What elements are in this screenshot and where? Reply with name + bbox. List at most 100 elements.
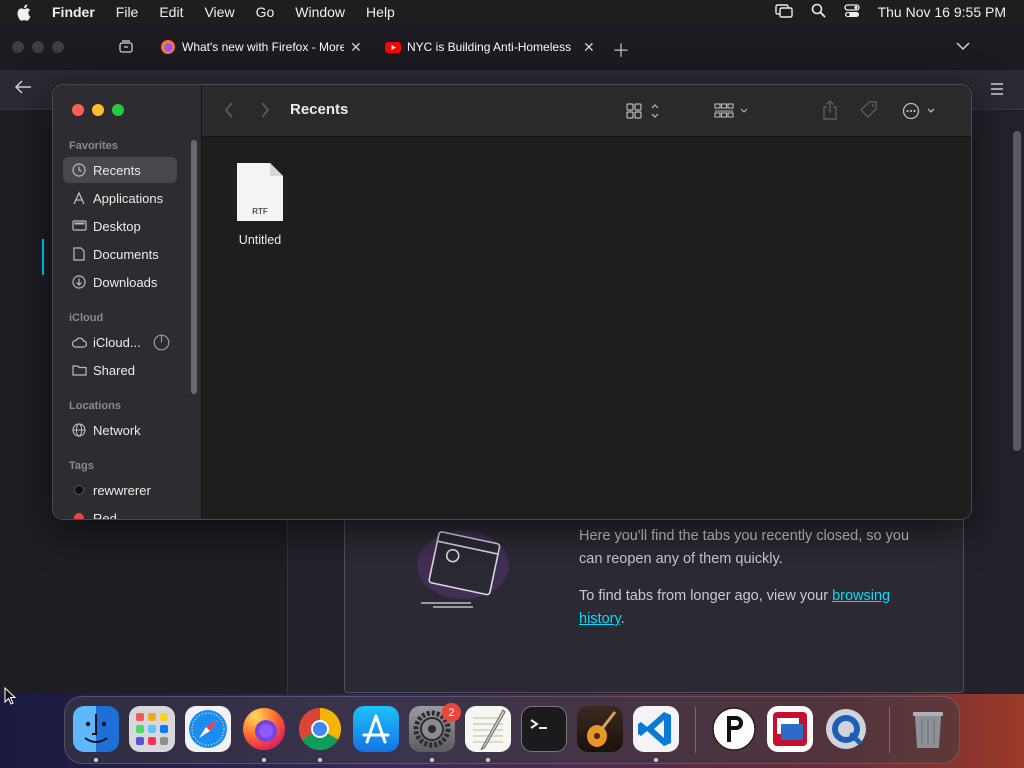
dock-safari[interactable]: [185, 706, 231, 752]
menu-file[interactable]: File: [116, 4, 139, 20]
back-arrow-icon[interactable]: [14, 80, 32, 99]
firefox-zoom-button[interactable]: [52, 41, 64, 53]
tag-color-dot: [74, 485, 84, 495]
sidebar-section-locations: Locations: [69, 400, 121, 412]
sidebar-section-icloud: iCloud: [69, 312, 104, 324]
running-indicator: [486, 758, 490, 762]
finder-window: Favorites Recents Applications Desktop D…: [52, 84, 972, 520]
screens-icon: [773, 712, 807, 746]
recently-closed-card: Here you'll find the tabs you recently c…: [344, 516, 964, 693]
menu-clock[interactable]: Thu Nov 16 9:55 PM: [878, 4, 1006, 20]
tag-icon[interactable]: [859, 100, 879, 120]
running-indicator: [430, 758, 434, 762]
dock-finder[interactable]: [73, 706, 119, 752]
history-hint-prefix: To find tabs from longer ago, view your: [579, 588, 833, 604]
finder-file-area: RTF Untitled: [202, 137, 971, 519]
zoom-window-button[interactable]: [112, 104, 124, 116]
shared-folder-icon: [71, 362, 87, 378]
launchpad-icon: [136, 713, 168, 745]
dock-p-app[interactable]: [711, 706, 757, 752]
firefox-view-icon: [119, 40, 133, 53]
dock-vscode[interactable]: [633, 706, 679, 752]
minimize-window-button[interactable]: [92, 104, 104, 116]
close-tab-icon[interactable]: ✕: [583, 39, 595, 56]
sidebar-item-documents[interactable]: Documents: [63, 241, 177, 267]
rtf-document-icon: RTF: [237, 163, 283, 221]
dock-garageband[interactable]: [577, 706, 623, 752]
finder-sidebar: Favorites Recents Applications Desktop D…: [53, 85, 202, 519]
dock-terminal[interactable]: [521, 706, 567, 752]
sidebar-item-desktop[interactable]: Desktop: [63, 213, 177, 239]
close-window-button[interactable]: [72, 104, 84, 116]
group-icon: [714, 103, 748, 118]
menu-window[interactable]: Window: [295, 4, 345, 20]
control-center-icon[interactable]: [843, 3, 860, 21]
firefox-tab-strip: What's new with Firefox - More ✕ NYC is …: [0, 24, 1024, 70]
dock-app-store[interactable]: [353, 706, 399, 752]
screen-mirroring-icon[interactable]: [774, 3, 793, 21]
finder-toolbar: Recents: [202, 85, 971, 137]
dock-quicktime[interactable]: [823, 706, 869, 752]
document-icon: [71, 246, 87, 262]
chevron-down-icon[interactable]: [956, 38, 970, 56]
notification-badge: 2: [442, 703, 461, 722]
dock-launchpad[interactable]: [129, 706, 175, 752]
app-store-icon: [362, 714, 390, 744]
more-actions-button[interactable]: [902, 102, 938, 120]
history-hint-suffix: .: [620, 611, 625, 627]
sidebar-selection-indicator: [42, 239, 44, 275]
tab-whats-new-firefox[interactable]: What's new with Firefox - More ✕: [160, 32, 362, 62]
dock-separator: [695, 707, 696, 753]
sidebar-scrollbar[interactable]: [191, 140, 197, 394]
dock-firefox[interactable]: [241, 706, 287, 752]
sidebar-item-label: Documents: [93, 246, 159, 262]
dock-screens[interactable]: [767, 706, 813, 752]
mouse-pointer-icon: [4, 686, 17, 710]
menu-view[interactable]: View: [204, 4, 234, 20]
sidebar-item-shared[interactable]: Shared: [63, 357, 177, 383]
desktop-icon: [71, 218, 87, 234]
sidebar-item-network[interactable]: Network: [63, 417, 177, 443]
apple-menu-icon[interactable]: [16, 3, 38, 21]
hamburger-menu-icon[interactable]: [990, 82, 1004, 100]
firefox-view-button[interactable]: [108, 32, 144, 62]
browsing-history-hint: To find tabs from longer ago, view your …: [579, 585, 929, 631]
applications-icon: [71, 190, 87, 206]
tab-nyc-anti-homeless[interactable]: NYC is Building Anti-Homeless ✕: [385, 32, 595, 62]
close-tab-icon[interactable]: ✕: [350, 39, 362, 56]
dock-chrome[interactable]: [297, 706, 343, 752]
sidebar-tag-rewwrerer[interactable]: rewwrerer: [63, 477, 177, 503]
sidebar-tag-red[interactable]: Red: [63, 505, 177, 519]
menu-finder[interactable]: Finder: [52, 4, 95, 20]
forward-chevron-icon[interactable]: [260, 102, 270, 118]
page-scrollbar[interactable]: [1013, 131, 1021, 451]
sidebar-item-label: Downloads: [93, 274, 158, 290]
firefox-close-button[interactable]: [12, 41, 24, 53]
safari-icon: [189, 710, 227, 748]
dock-trash[interactable]: [905, 706, 951, 752]
spotlight-search-icon[interactable]: [811, 3, 826, 21]
guitar-icon: [587, 711, 617, 747]
firefox-minimize-button[interactable]: [32, 41, 44, 53]
sidebar-item-recents[interactable]: Recents: [63, 157, 177, 183]
firefox-icon: [161, 40, 175, 54]
menu-help[interactable]: Help: [366, 4, 395, 20]
icon-view-toggle[interactable]: [626, 102, 660, 120]
terminal-icon: [530, 719, 547, 729]
grid-view-icon: [626, 103, 659, 119]
sidebar-item-label: Network: [93, 422, 141, 438]
new-tab-icon[interactable]: ＋: [612, 37, 630, 63]
sidebar-item-downloads[interactable]: Downloads: [63, 269, 177, 295]
chrome-icon: [298, 708, 342, 751]
group-by-button[interactable]: [714, 102, 750, 120]
share-icon[interactable]: [822, 100, 838, 120]
file-item[interactable]: RTF Untitled: [232, 162, 288, 247]
dock-textedit[interactable]: [465, 706, 511, 752]
sidebar-item-applications[interactable]: Applications: [63, 185, 177, 211]
tag-color-dot: [74, 513, 84, 519]
menu-go[interactable]: Go: [256, 4, 275, 20]
sidebar-section-favorites: Favorites: [69, 140, 118, 152]
dock-separator: [889, 707, 890, 753]
menu-edit[interactable]: Edit: [159, 4, 183, 20]
back-chevron-icon[interactable]: [224, 102, 234, 118]
